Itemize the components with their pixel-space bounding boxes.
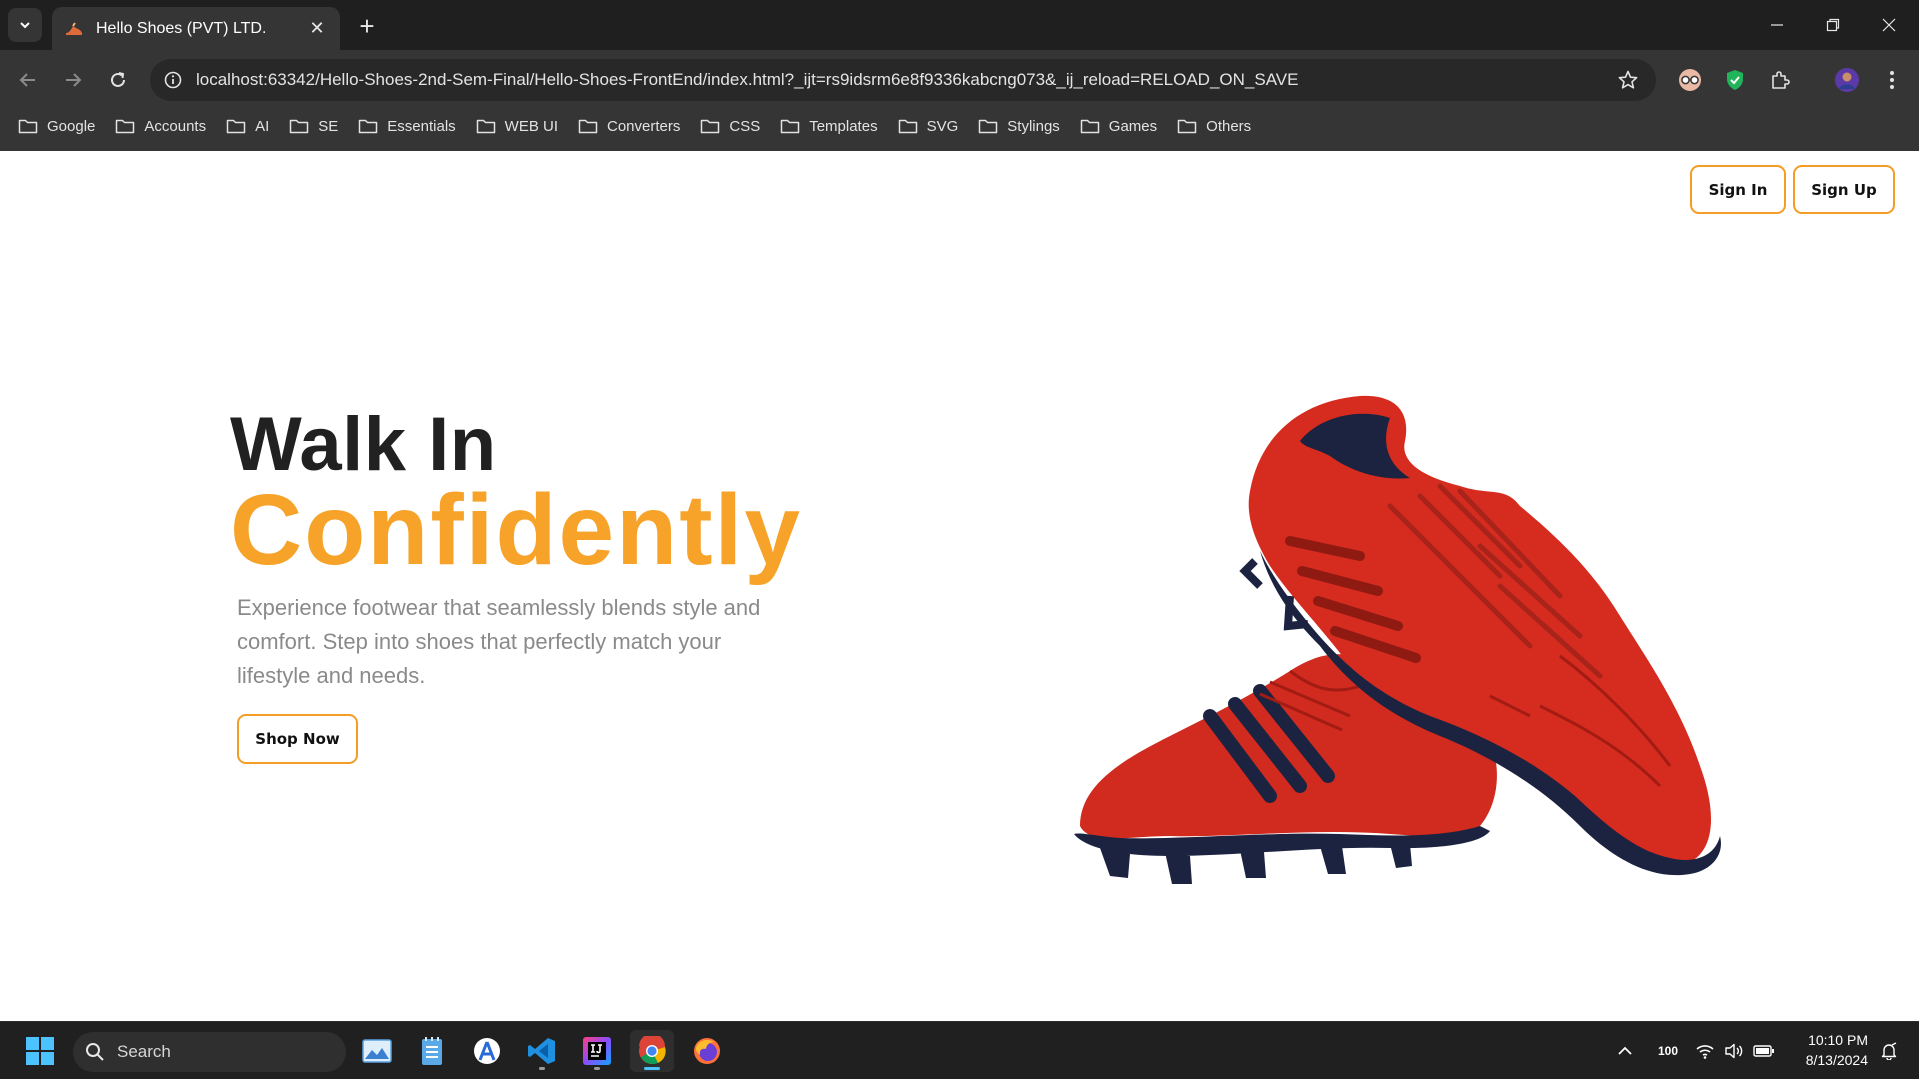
folder-icon — [780, 119, 800, 134]
bookmark-folder-stylings[interactable]: Stylings — [968, 112, 1070, 140]
bookmark-label: Others — [1206, 117, 1252, 135]
battery-percentage: 100 — [1657, 1044, 1679, 1058]
bookmark-label: AI — [255, 117, 270, 135]
ai-app-icon[interactable] — [465, 1030, 509, 1072]
volume-icon[interactable] — [1722, 1038, 1746, 1064]
taskbar-clock[interactable]: 10:10 PM 8/13/2024 — [1784, 1030, 1868, 1070]
folder-icon — [578, 119, 598, 134]
shoe-favicon-icon — [64, 19, 84, 39]
bookmark-folder-css[interactable]: CSS — [690, 112, 770, 140]
photos-app-icon[interactable] — [355, 1030, 399, 1072]
url-text[interactable]: localhost:63342/Hello-Shoes-2nd-Sem-Fina… — [196, 70, 1608, 90]
folder-icon — [226, 119, 246, 134]
profile-avatar[interactable] — [1829, 62, 1865, 98]
bookmark-label: Converters — [607, 117, 681, 135]
notepad-app-icon[interactable] — [410, 1030, 454, 1072]
bookmark-label: CSS — [729, 117, 761, 135]
bookmark-folder-svg[interactable]: SVG — [888, 112, 969, 140]
folder-icon — [359, 119, 378, 134]
hero-description: Experience footwear that seamlessly blen… — [237, 595, 761, 688]
bookmark-folder-google[interactable]: Google — [8, 112, 105, 140]
clock-time: 10:10 PM — [1808, 1032, 1868, 1048]
folder-icon — [701, 119, 720, 134]
windows-start-icon[interactable] — [18, 1030, 62, 1072]
wifi-icon[interactable] — [1693, 1038, 1717, 1064]
chevron-down-icon — [20, 22, 30, 29]
firefox-app-icon[interactable] — [685, 1030, 729, 1072]
bookmark-folder-ai[interactable]: AI — [216, 112, 279, 140]
close-window-icon[interactable] — [1861, 0, 1917, 50]
browser-titlebar: Hello Shoes (PVT) LTD. ✕ + — [0, 0, 1919, 50]
bookmark-label: SE — [318, 117, 339, 135]
bookmark-label: Essentials — [387, 117, 456, 135]
bookmark-folder-games[interactable]: Games — [1070, 112, 1167, 140]
tab-title: Hello Shoes (PVT) LTD. — [96, 19, 267, 37]
bookmark-folder-se[interactable]: SE — [279, 112, 348, 140]
browser-tab[interactable]: Hello Shoes (PVT) LTD. ✕ — [52, 7, 340, 50]
hero-heading-accent: Confidently — [230, 474, 802, 586]
search-icon — [86, 1043, 104, 1061]
back-arrow-icon[interactable] — [10, 62, 46, 98]
bookmark-folder-others[interactable]: Others — [1167, 112, 1261, 140]
bookmark-label: Games — [1108, 117, 1158, 135]
clock-date: 8/13/2024 — [1805, 1052, 1868, 1068]
folder-icon — [18, 119, 38, 134]
chrome-app-icon[interactable] — [630, 1030, 674, 1072]
extension-glasses-icon[interactable] — [1672, 62, 1708, 98]
folder-icon — [1080, 119, 1100, 134]
folder-icon — [979, 119, 998, 134]
folder-icon — [116, 119, 135, 134]
reload-icon[interactable] — [100, 62, 136, 98]
site-info-icon[interactable] — [152, 59, 194, 101]
bookmark-folder-converters[interactable]: Converters — [568, 112, 690, 140]
shield-extension-icon[interactable] — [1717, 62, 1753, 98]
bookmark-label: SVG — [926, 117, 959, 135]
bookmark-label: Accounts — [144, 117, 207, 135]
more-menu-icon[interactable] — [1874, 62, 1910, 98]
folder-icon — [898, 119, 917, 134]
battery-icon[interactable] — [1751, 1038, 1777, 1064]
restore-icon[interactable] — [1805, 0, 1861, 50]
bookmark-folder-accounts[interactable]: Accounts — [105, 112, 216, 140]
folder-icon — [1177, 119, 1197, 134]
search-placeholder: Search — [117, 1042, 171, 1061]
tray-overflow-chevron-icon[interactable] — [1613, 1038, 1637, 1064]
page-content: Sign In Sign Up Walk In Confidently Expe… — [0, 151, 1919, 1021]
running-indicator — [594, 1067, 600, 1070]
running-indicator — [539, 1067, 545, 1070]
address-bar[interactable]: localhost:63342/Hello-Shoes-2nd-Sem-Fina… — [150, 59, 1656, 101]
bookmark-star-icon[interactable] — [1608, 60, 1648, 100]
minimize-icon[interactable] — [1749, 0, 1805, 50]
folder-icon — [476, 119, 495, 134]
bookmarks-bar: Google Accounts AI SE Essentials WEB UI … — [8, 112, 1261, 140]
bookmark-label: WEB UI — [504, 117, 558, 135]
bookmark-label: Stylings — [1007, 117, 1060, 135]
forward-arrow-icon[interactable] — [55, 62, 91, 98]
bookmark-folder-web-ui[interactable]: WEB UI — [466, 112, 568, 140]
folder-icon — [290, 119, 309, 134]
windows-taskbar: Search 100 10:10 PM 8/13/2024 — [0, 1021, 1919, 1079]
football-boots-image — [1074, 395, 1721, 884]
vscode-app-icon[interactable] — [520, 1030, 564, 1072]
taskbar-search-box[interactable]: Search — [73, 1032, 346, 1072]
bookmark-folder-templates[interactable]: Templates — [770, 112, 887, 140]
sign-up-button[interactable]: Sign Up — [1793, 165, 1895, 214]
bookmark-folder-essentials[interactable]: Essentials — [348, 112, 465, 140]
extensions-puzzle-icon[interactable] — [1762, 62, 1798, 98]
notification-bell-icon[interactable] — [1876, 1038, 1902, 1064]
shop-now-button[interactable]: Shop Now — [237, 714, 358, 764]
intellij-app-icon[interactable] — [575, 1030, 619, 1072]
tab-close-icon[interactable]: ✕ — [306, 18, 328, 40]
active-indicator — [644, 1067, 660, 1070]
sign-in-button[interactable]: Sign In — [1690, 165, 1786, 214]
new-tab-button[interactable]: + — [351, 10, 383, 42]
tab-search-button[interactable] — [8, 8, 42, 42]
bookmark-label: Google — [47, 117, 96, 135]
bookmark-label: Templates — [809, 117, 878, 135]
